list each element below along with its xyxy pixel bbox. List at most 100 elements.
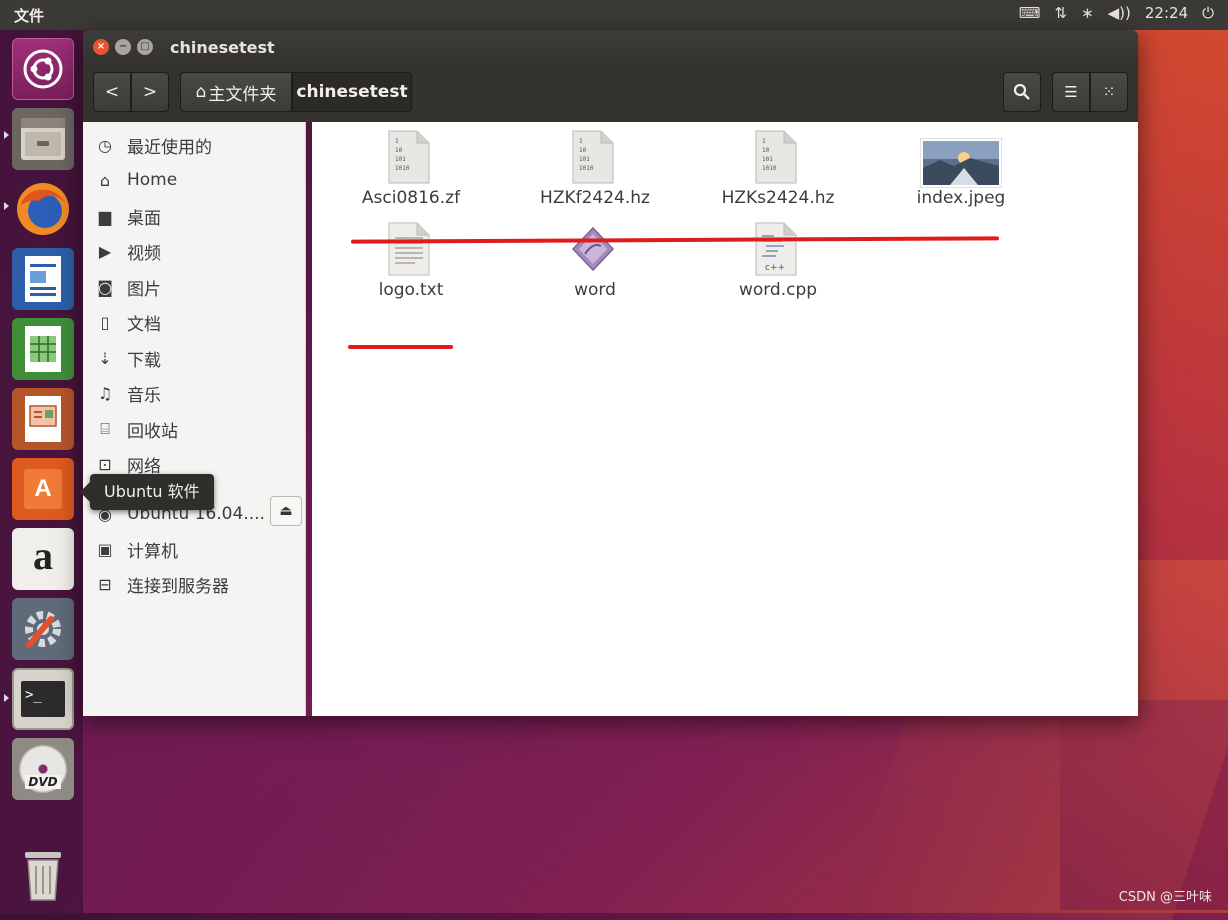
svg-text:10: 10 <box>762 147 770 154</box>
ubuntu-dash-button[interactable] <box>12 38 74 100</box>
sidebar-item-trash[interactable]: ⌸ 回收站 <box>83 412 305 446</box>
app-menu[interactable]: 文件 <box>14 5 44 26</box>
file-name: HZKf2424.hz <box>540 188 650 208</box>
file-name: HZKs2424.hz <box>721 188 835 208</box>
sidebar-item-pictures[interactable]: ◙ 图片 <box>83 270 305 304</box>
file-cabinet-icon <box>21 118 65 160</box>
svg-text:c++: c++ <box>765 263 785 273</box>
sidebar-item-desktop[interactable]: ▆ 桌面 <box>83 199 305 233</box>
writer-launcher-button[interactable] <box>12 248 74 310</box>
trash-launcher-button[interactable] <box>12 844 74 906</box>
close-button[interactable]: × <box>93 39 109 55</box>
annotation-underline <box>348 345 453 349</box>
sidebar-item-label: 网络 <box>127 456 161 477</box>
file-item-hzks2424[interactable]: 1 10 101 1010 HZKs2424.hz <box>698 122 858 214</box>
document-icon: ▯ <box>100 312 110 332</box>
back-button[interactable]: < <box>93 72 131 112</box>
files-launcher-button[interactable] <box>12 108 74 170</box>
presentation-icon <box>25 396 61 442</box>
sidebar-item-label: 桌面 <box>127 208 161 229</box>
watermark: CSDN @三叶味 <box>1118 890 1212 905</box>
trash-icon: ⌸ <box>100 419 110 438</box>
running-indicator <box>4 694 9 702</box>
sidebar-item-label: 下载 <box>127 350 161 371</box>
list-view-button[interactable]: ☰ <box>1052 72 1090 112</box>
clock[interactable]: 22:24 <box>1145 4 1188 22</box>
camera-icon: ◙ <box>97 277 113 297</box>
svg-text:10: 10 <box>579 147 587 154</box>
file-item-logo-txt[interactable]: logo.txt <box>331 214 491 306</box>
chevron-left-icon: < <box>104 82 120 102</box>
network-icon: ⊡ <box>98 454 112 474</box>
sidebar-item-documents[interactable]: ▯ 文档 <box>83 305 305 339</box>
binary-file-icon: 1 10 101 1010 <box>755 130 797 184</box>
clock-icon: ◷ <box>98 135 112 155</box>
dvd-launcher-button[interactable]: DVD <box>12 738 74 800</box>
forward-button[interactable]: > <box>131 72 169 112</box>
executable-file-icon <box>571 226 615 272</box>
list-view-icon: ☰ <box>1064 83 1078 101</box>
binary-file-icon: 1 10 101 1010 <box>388 130 430 184</box>
power-icon[interactable]: ⏻ <box>1202 4 1214 22</box>
network-icon[interactable]: ⇅ <box>1054 4 1067 22</box>
home-icon: ⌂ <box>99 170 111 190</box>
home-icon: ⌂ <box>195 82 207 102</box>
minimize-button[interactable]: − <box>115 39 131 55</box>
writer-document-icon <box>25 256 61 302</box>
search-icon <box>1013 83 1030 100</box>
wallpaper-shade <box>80 700 1228 913</box>
settings-gear-icon <box>25 611 61 648</box>
eject-button[interactable]: ⏏ <box>270 496 302 526</box>
file-item-word[interactable]: word <box>515 214 675 306</box>
terminal-launcher-button[interactable]: >_ <box>12 668 74 730</box>
sidebar-item-label: 音乐 <box>127 385 161 406</box>
sidebar-item-label: 文档 <box>127 314 161 335</box>
grid-view-button[interactable]: ⁙ <box>1090 72 1128 112</box>
file-item-asci0816[interactable]: 1 10 101 1010 Asci0816.zf <box>331 122 491 214</box>
running-indicator <box>4 202 9 210</box>
eject-icon: ⏏ <box>279 503 293 519</box>
computer-icon: ▣ <box>97 539 113 559</box>
title-bar[interactable]: × − □ chinesetest <box>83 30 1138 64</box>
maximize-button[interactable]: □ <box>137 39 153 55</box>
breadcrumb-current[interactable]: chinesetest <box>292 72 412 112</box>
sidebar-item-home[interactable]: ⌂ Home <box>83 163 305 197</box>
search-button[interactable] <box>1003 72 1041 112</box>
ubuntu-software-launcher-button[interactable]: A <box>12 458 74 520</box>
file-name: word <box>574 280 616 300</box>
toolbar: < > ⌂ 主文件夹 chinesetest ☰ ⁙ <box>83 64 1138 122</box>
svg-text:1: 1 <box>395 138 399 145</box>
sidebar-item-label: Home <box>127 170 178 190</box>
settings-launcher-button[interactable] <box>12 598 74 660</box>
grid-view-icon: ⁙ <box>1102 83 1116 101</box>
breadcrumb-home[interactable]: ⌂ 主文件夹 <box>180 72 292 112</box>
dvd-icon: DVD <box>25 775 61 789</box>
sidebar-item-videos[interactable]: ▶ 视频 <box>83 234 305 268</box>
svg-text:1010: 1010 <box>579 165 594 172</box>
keyboard-icon[interactable]: ⌨ <box>1019 4 1041 22</box>
file-grid: 1 10 101 1010 Asci0816.zf 1 10 101 1010 … <box>312 122 1138 716</box>
firefox-launcher-button[interactable] <box>12 178 74 240</box>
svg-text:1010: 1010 <box>762 165 777 172</box>
svg-text:101: 101 <box>762 156 773 163</box>
sidebar-item-label: 连接到服务器 <box>127 576 229 597</box>
sidebar-item-music[interactable]: ♫ 音乐 <box>83 376 305 410</box>
sidebar-item-recent[interactable]: ◷ 最近使用的 <box>83 128 305 162</box>
amazon-launcher-button[interactable]: a <box>12 528 74 590</box>
bluetooth-icon[interactable]: ∗ <box>1081 4 1094 22</box>
server-icon: ⊟ <box>98 574 112 594</box>
impress-launcher-button[interactable] <box>12 388 74 450</box>
volume-icon[interactable]: ◀)) <box>1108 4 1131 22</box>
sidebar-item-connect-server[interactable]: ⊟ 连接到服务器 <box>83 567 305 601</box>
ubuntu-logo-icon <box>23 49 63 89</box>
binary-file-icon: 1 10 101 1010 <box>572 130 614 184</box>
image-thumbnail-icon <box>920 138 1002 188</box>
file-item-word-cpp[interactable]: c++ word.cpp <box>698 214 858 306</box>
file-item-index-jpeg[interactable]: index.jpeg <box>881 122 1041 214</box>
chevron-right-icon: > <box>142 82 158 102</box>
file-manager-window: × − □ chinesetest < > ⌂ 主文件夹 chinesetest… <box>83 30 1138 716</box>
file-item-hzkf2424[interactable]: 1 10 101 1010 HZKf2424.hz <box>515 122 675 214</box>
sidebar-item-downloads[interactable]: ⇣ 下载 <box>83 341 305 375</box>
calc-launcher-button[interactable] <box>12 318 74 380</box>
sidebar-item-computer[interactable]: ▣ 计算机 <box>83 532 305 566</box>
